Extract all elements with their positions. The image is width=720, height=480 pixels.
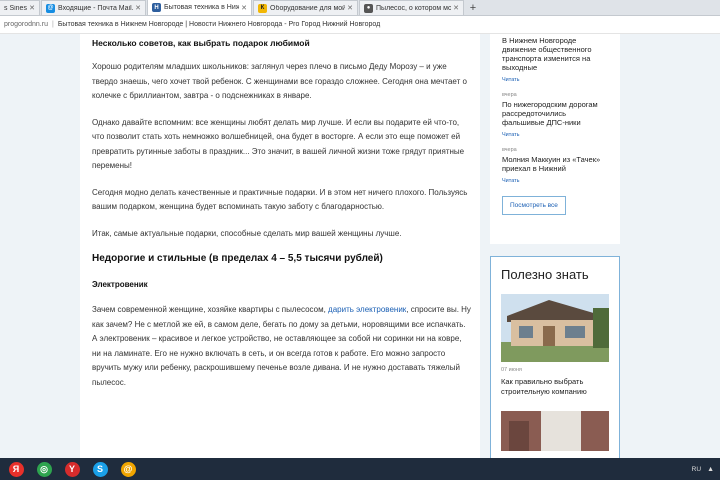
- article-paragraph: Однако давайте вспомним: все женщины люб…: [92, 117, 465, 171]
- close-icon[interactable]: ✕: [29, 4, 35, 12]
- yandex-browser-icon[interactable]: Y: [58, 458, 86, 480]
- browser-tab[interactable]: К Оборудование для мой ✕: [253, 0, 358, 15]
- news-title[interactable]: В Нижнем Новгороде движение общественног…: [502, 36, 608, 72]
- news-title[interactable]: По нижегородским дорогам рассредоточилис…: [502, 100, 608, 127]
- tab-label: s Sineshko: [4, 4, 27, 12]
- language-indicator[interactable]: RU: [692, 466, 701, 473]
- read-link[interactable]: Читать: [502, 132, 608, 138]
- store-favicon-icon: К: [258, 3, 267, 13]
- see-all-button[interactable]: Посмотреть все: [502, 196, 566, 215]
- browser-tab-strip: s Sineshko ✕ @ Входящие - Почта Mail.Ru …: [0, 0, 720, 16]
- tab-label: Входящие - Почта Mail.Ru: [58, 4, 133, 12]
- browser-tab[interactable]: @ Входящие - Почта Mail.Ru ✕: [41, 0, 146, 15]
- read-link[interactable]: Читать: [502, 178, 608, 184]
- subsection-title: Электровеник: [92, 280, 148, 289]
- article-paragraph: Сегодня модно делать качественные и прак…: [92, 187, 468, 212]
- news-box: В Нижнем Новгороде движение общественног…: [490, 34, 620, 244]
- close-icon[interactable]: ✕: [135, 4, 141, 12]
- useful-title: Полезно знать: [501, 267, 589, 282]
- new-tab-button[interactable]: +: [465, 0, 481, 15]
- useful-date: 07 июня: [501, 367, 522, 373]
- close-icon[interactable]: ✕: [347, 4, 353, 12]
- useful-to-know-box: Полезно знать 07 июня Как правильно выбр…: [490, 256, 620, 458]
- bookmarks-bar: progorodnn.ru | Бытовая техника в Нижнем…: [0, 16, 720, 34]
- mail-favicon-icon: @: [46, 3, 55, 13]
- article-paragraph: Зачем современной женщине, хозяйке кварт…: [92, 305, 471, 387]
- section-title: Недорогие и стильные (в пределах 4 – 5,5…: [92, 253, 383, 264]
- browser-tab-active[interactable]: Н Бытовая техника в Нижн ✕: [147, 0, 252, 15]
- news-date: вчера: [502, 92, 517, 98]
- electro-broom-link[interactable]: дарить электровеник: [328, 305, 406, 314]
- article-photo[interactable]: [501, 411, 609, 451]
- article-heading: Несколько советов, как выбрать подарок л…: [92, 38, 310, 48]
- system-tray: RU ▲: [692, 466, 720, 473]
- close-icon[interactable]: ✕: [241, 4, 247, 12]
- tray-expand-icon[interactable]: ▲: [707, 466, 714, 473]
- article-paragraph: Хорошо родителям младших школьников: заг…: [92, 62, 467, 100]
- web-page: Несколько советов, как выбрать подарок л…: [0, 34, 720, 458]
- tab-label: Оборудование для мой: [270, 4, 346, 12]
- news-item[interactable]: В Нижнем Новгороде движение общественног…: [502, 36, 608, 83]
- os-taskbar: Я ◎ Y S @ RU ▲: [0, 458, 720, 480]
- article-body: Несколько советов, как выбрать подарок л…: [80, 34, 480, 458]
- news-date: вчера: [502, 147, 517, 153]
- chrome-icon[interactable]: ◎: [30, 458, 58, 480]
- browser-tab[interactable]: ● Пылесос, о котором мо ✕: [359, 0, 464, 15]
- useful-article-title[interactable]: Как правильно выбрать строительную компа…: [501, 377, 609, 397]
- mail-agent-icon[interactable]: @: [114, 458, 142, 480]
- article-paragraph: Итак, самые актуальные подарки, способны…: [92, 228, 402, 238]
- yandex-icon[interactable]: Я: [2, 458, 30, 480]
- news-title[interactable]: Молния Маккуин из «Тачек» приехал в Нижн…: [502, 155, 608, 173]
- progorod-favicon-icon: Н: [152, 3, 161, 12]
- read-link[interactable]: Читать: [502, 77, 608, 83]
- browser-tab[interactable]: s Sineshko ✕: [0, 0, 40, 15]
- page-margin: [0, 34, 80, 458]
- close-icon[interactable]: ✕: [453, 4, 459, 12]
- tab-label: Бытовая техника в Нижн: [164, 4, 240, 11]
- skype-icon[interactable]: S: [86, 458, 114, 480]
- news-item[interactable]: вчера Молния Маккуин из «Тачек» приехал …: [502, 147, 608, 184]
- house-photo[interactable]: [501, 294, 609, 362]
- site-favicon-icon: ●: [364, 3, 373, 13]
- tab-label: Пылесос, о котором мо: [376, 4, 452, 12]
- right-sidebar: В Нижнем Новгороде движение общественног…: [490, 34, 620, 458]
- bookmark-item[interactable]: progorodnn.ru: [4, 21, 48, 28]
- news-item[interactable]: вчера По нижегородским дорогам рассредот…: [502, 92, 608, 138]
- bookmark-item[interactable]: Бытовая техника в Нижнем Новгороде | Нов…: [58, 21, 380, 28]
